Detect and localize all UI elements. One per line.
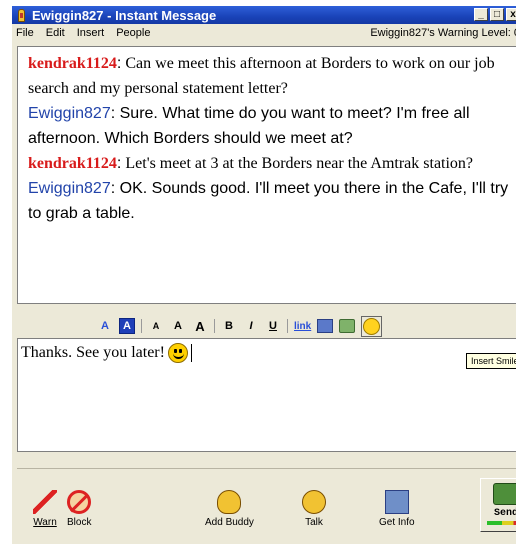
message: kendrak1124: Can we meet this afternoon … [28,55,495,97]
message: Ewiggin827: OK. Sounds good. I'll meet y… [28,180,509,222]
im-window: Ewiggin827 - Instant Message _ □ x File … [12,6,516,544]
title-bar[interactable]: Ewiggin827 - Instant Message _ □ x [12,6,516,24]
text-caret [190,344,192,362]
conversation-pane[interactable]: kendrak1124: Can we meet this afternoon … [17,46,516,304]
window-title: Ewiggin827 - Instant Message [32,7,217,23]
warn-label: Warn [33,517,57,528]
message-sender: Ewiggin827 [28,180,111,197]
send-label: Send [493,508,516,519]
message-sender: Ewiggin827 [28,105,111,122]
add-buddy-button[interactable]: Add Buddy [205,490,254,528]
smiley-icon [363,317,381,335]
background-color-button[interactable]: A [119,318,135,334]
message: Ewiggin827: Sure. What time do you want … [28,105,470,147]
menu-people[interactable]: People [110,27,156,39]
insert-link-button[interactable]: link [294,318,311,334]
block-icon [67,490,92,514]
talk-button[interactable]: Talk [302,490,326,528]
talk-icon [302,490,326,514]
insert-smiley-tooltip: Insert Smiley [465,353,516,369]
aim-running-man-icon [15,8,28,22]
message-input[interactable]: Thanks. See you later! Insert Smiley [17,338,516,452]
block-button[interactable]: Block [67,490,91,528]
add-buddy-label: Add Buddy [205,517,254,528]
smiley-emoticon-icon [167,343,188,363]
bold-button[interactable]: B [221,318,237,334]
message-text: Let's meet at 3 at the Borders near the … [121,155,474,172]
warning-level: Ewiggin827's Warning Level: 0 [370,27,516,39]
talk-label: Talk [305,517,323,528]
action-toolbar: Warn Block Add Buddy Talk Get Info Send [17,468,516,538]
input-text: Thanks. See you later! [21,344,165,361]
text-color-button[interactable]: A [97,318,113,334]
send-icon [493,483,516,505]
minimize-button[interactable]: _ [474,8,488,21]
block-label: Block [67,517,92,528]
larger-font-button[interactable]: A [192,318,208,334]
close-button[interactable]: x [506,8,516,21]
get-info-icon [384,490,409,514]
underline-button[interactable]: U [265,318,281,334]
message-sender: kendrak1124 [28,155,117,172]
get-info-label: Get Info [379,517,415,528]
input-line: Thanks. See you later! [21,343,516,363]
insert-picture-icon[interactable] [317,319,334,333]
get-info-button[interactable]: Get Info [379,490,415,528]
insert-smiley-button[interactable] [361,315,383,337]
add-buddy-icon [217,490,242,514]
insert-email-icon[interactable] [339,319,356,333]
window-controls: _ □ x [474,8,516,21]
toolbar-separator [287,319,288,333]
menu-bar: File Edit Insert People Ewiggin827's War… [12,24,516,42]
menu-insert[interactable]: Insert [71,27,111,39]
message-sender: kendrak1124 [28,55,117,72]
send-button[interactable]: Send [480,478,516,532]
maximize-button[interactable]: □ [490,8,504,21]
toolbar-separator [141,319,142,333]
menu-edit[interactable]: Edit [40,27,71,39]
warn-lightning-icon [33,490,57,514]
toolbar-separator [214,319,215,333]
smaller-font-button[interactable]: A [148,318,164,334]
normal-font-button[interactable]: A [170,318,186,334]
format-toolbar: A A A A A B I U link [17,315,516,337]
italic-button[interactable]: I [243,318,259,334]
send-meter [487,521,516,525]
message: kendrak1124: Let's meet at 3 at the Bord… [28,155,474,172]
warn-button[interactable]: Warn [33,490,57,528]
menu-file[interactable]: File [12,27,40,39]
